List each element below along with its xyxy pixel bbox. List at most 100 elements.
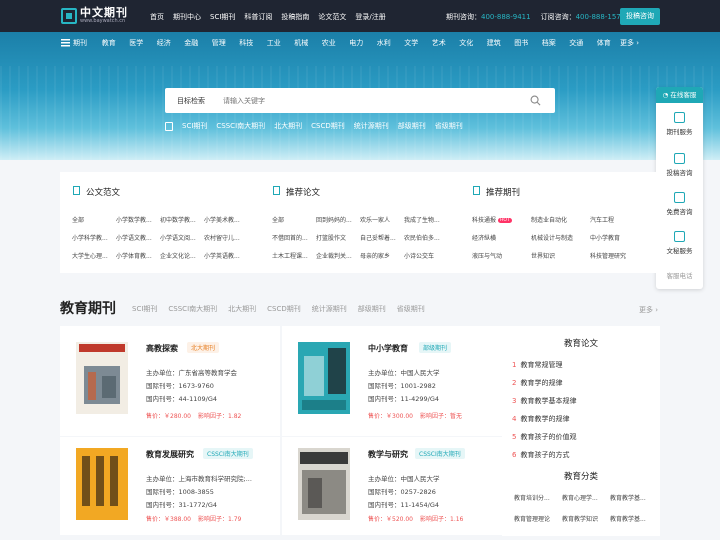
journal-cover-image[interactable]: [298, 342, 350, 414]
category-link[interactable]: 教育教学基...: [610, 493, 658, 502]
journal-name[interactable]: 教学与研究: [368, 449, 408, 460]
list-item[interactable]: 自己妥帮着...: [360, 233, 400, 242]
tab-sci[interactable]: SCI期刊: [132, 304, 157, 314]
tag-cssci[interactable]: CSSCI南大期刊: [216, 121, 265, 131]
list-item[interactable]: 农民伯伯多...: [404, 233, 444, 242]
list-item[interactable]: 母亲的家乡: [360, 251, 400, 260]
cat-agri[interactable]: 农业: [315, 38, 343, 48]
paper-link[interactable]: 4 教育教学的规律: [512, 414, 569, 424]
paper-link[interactable]: 5 教育孩子的价值观: [512, 432, 576, 442]
list-item[interactable]: 小学科学教...: [72, 233, 112, 242]
journal-cover-image[interactable]: [76, 448, 128, 520]
list-item[interactable]: 小学英语教...: [204, 251, 244, 260]
cat-traffic[interactable]: 交通: [563, 38, 591, 48]
service-phone[interactable]: 客服电话: [656, 270, 703, 280]
nav-home[interactable]: 首页: [150, 12, 164, 22]
list-item[interactable]: 汽车工程: [590, 215, 648, 224]
online-service-button[interactable]: ◔ 在线客服: [656, 87, 703, 103]
nav-subscribe[interactable]: 科普订阅: [244, 12, 272, 22]
tab-cssci[interactable]: CSSCI南大期刊: [168, 304, 217, 314]
journal-name[interactable]: 中小学教育: [368, 343, 408, 354]
list-item[interactable]: 科技管理研究: [590, 251, 648, 260]
cat-lit[interactable]: 文学: [398, 38, 426, 48]
category-link[interactable]: 教育管理理论: [514, 514, 562, 523]
list-item[interactable]: 大学生心理...: [72, 251, 112, 260]
search-input[interactable]: [223, 93, 523, 108]
paper-link[interactable]: 6 教育孩子的方式: [512, 450, 569, 460]
category-link[interactable]: 教育教学基...: [610, 514, 658, 523]
tag-pku[interactable]: 北大期刊: [274, 121, 302, 131]
submit-button[interactable]: 投稿咨询: [620, 8, 660, 25]
journal-card[interactable]: 教学与研究 CSSCI南大期刊 主办单位：中国人民大学 国际刊号：0257-28…: [282, 437, 502, 535]
list-item[interactable]: 全部: [72, 215, 112, 224]
search-icon[interactable]: [530, 95, 541, 106]
list-item[interactable]: 经济纵横: [472, 233, 527, 242]
category-all[interactable]: 期刊: [61, 38, 87, 48]
list-item[interactable]: 不借回首的...: [272, 233, 312, 242]
cat-art[interactable]: 艺术: [425, 38, 453, 48]
cat-power[interactable]: 电力: [343, 38, 371, 48]
tag-sci[interactable]: SCI期刊: [182, 121, 207, 131]
cat-more[interactable]: 更多 ›: [618, 38, 642, 48]
cat-archive[interactable]: 档案: [535, 38, 563, 48]
cat-tech[interactable]: 科技: [233, 38, 261, 48]
list-item[interactable]: 企业文化论...: [160, 251, 200, 260]
journal-name[interactable]: 高教探索: [146, 343, 178, 354]
float-submit-consult[interactable]: 投稿咨询: [656, 153, 703, 177]
list-item[interactable]: 小诗公交车: [404, 251, 444, 260]
nav-sci[interactable]: SCI期刊: [210, 12, 235, 22]
cat-edu[interactable]: 教育: [95, 38, 123, 48]
tab-cscd[interactable]: CSCD期刊: [267, 304, 301, 314]
cat-econ[interactable]: 经济: [150, 38, 178, 48]
nav-guide[interactable]: 投稿指南: [281, 12, 309, 22]
tag-ministry[interactable]: 部级期刊: [398, 121, 426, 131]
cat-med[interactable]: 医学: [123, 38, 151, 48]
cat-mgmt[interactable]: 管理: [205, 38, 233, 48]
tab-ministry[interactable]: 部级期刊: [358, 304, 386, 314]
float-journal-service[interactable]: 期刊服务: [656, 112, 703, 136]
cat-sport[interactable]: 体育: [590, 38, 618, 48]
list-item[interactable]: 土木工程课...: [272, 251, 312, 260]
journal-name[interactable]: 教育发展研究: [146, 449, 194, 460]
category-link[interactable]: 教育教学知识: [562, 514, 610, 523]
tab-stat[interactable]: 统计源期刊: [312, 304, 347, 314]
list-item[interactable]: 小学数学教...: [116, 215, 156, 224]
cat-arch[interactable]: 建筑: [480, 38, 508, 48]
list-item[interactable]: 回到妈妈的...: [316, 215, 356, 224]
cat-mech[interactable]: 机械: [288, 38, 316, 48]
list-item[interactable]: 打篮股作文: [316, 233, 356, 242]
category-link[interactable]: 教育培训分...: [514, 493, 562, 502]
cat-culture[interactable]: 文化: [453, 38, 481, 48]
list-item[interactable]: 机械设计与制造: [531, 233, 589, 242]
list-item[interactable]: 小学语文阅...: [160, 233, 200, 242]
list-item[interactable]: 初中数学教...: [160, 215, 200, 224]
list-item[interactable]: 全部: [272, 215, 312, 224]
category-link[interactable]: 教育心理学...: [562, 493, 610, 502]
tab-province[interactable]: 省级期刊: [397, 304, 425, 314]
float-free-consult[interactable]: 免费咨询: [656, 192, 703, 216]
list-item[interactable]: 企业裁判关...: [316, 251, 356, 260]
journal-cover-image[interactable]: [298, 448, 350, 520]
cat-water[interactable]: 水利: [370, 38, 398, 48]
nav-journal-center[interactable]: 期刊中心: [173, 12, 201, 22]
list-item[interactable]: 科技通报 HOT: [472, 215, 527, 224]
paper-link[interactable]: 2 教育学的规律: [512, 378, 562, 388]
journal-card[interactable]: 高教探索 北大期刊 主办单位：广东省高等教育学会 国际刊号：1673-9760 …: [60, 326, 280, 436]
list-item[interactable]: 液压与气动: [472, 251, 527, 260]
list-item[interactable]: 世界知识: [531, 251, 589, 260]
list-item[interactable]: 中小学教育: [590, 233, 648, 242]
float-secretary-service[interactable]: 文秘服务: [656, 231, 703, 255]
journal-card[interactable]: 教育发展研究 CSSCI南大期刊 主办单位：上海市教育科学研究院;... 国际刊…: [60, 437, 280, 535]
list-item[interactable]: 小学美术教...: [204, 215, 244, 224]
journal-card[interactable]: 中小学教育 部级期刊 主办单位：中国人民大学 国际刊号：1001-2982 国内…: [282, 326, 502, 436]
list-item[interactable]: 欢乐一家人: [360, 215, 400, 224]
list-item[interactable]: 小学语文教...: [116, 233, 156, 242]
cat-books[interactable]: 图书: [508, 38, 536, 48]
nav-login[interactable]: 登录/注册: [355, 12, 385, 22]
list-item[interactable]: 制造业自动化: [531, 215, 589, 224]
nav-papers[interactable]: 论文范文: [318, 12, 346, 22]
section-more-link[interactable]: 更多 ›: [639, 305, 658, 315]
tab-pku[interactable]: 北大期刊: [228, 304, 256, 314]
logo[interactable]: 中文期刊 www.baywatch.cn: [61, 7, 128, 24]
journal-cover-image[interactable]: [76, 342, 128, 414]
